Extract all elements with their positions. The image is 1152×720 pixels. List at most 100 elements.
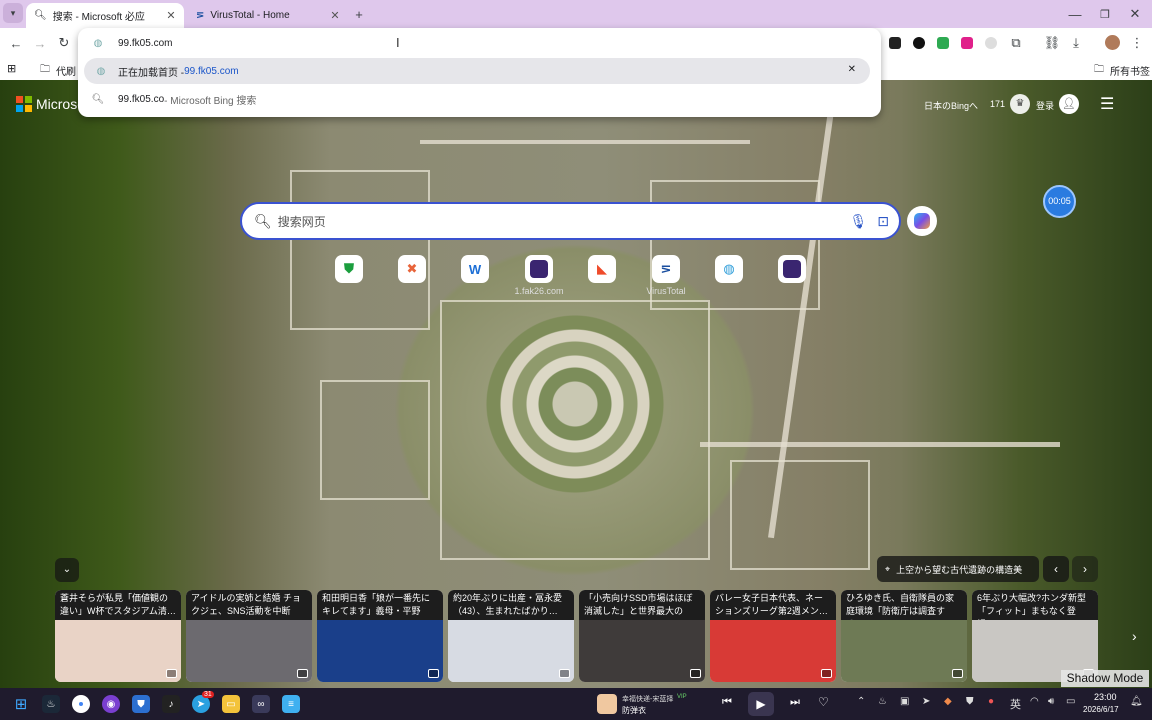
news-title: 約20年ぶりに出産・冨永愛（43）、生まれたばかり… xyxy=(448,590,574,620)
news-card[interactable]: バレー女子日本代表、ネーションズリーグ第2週メン… xyxy=(710,590,836,682)
minimize-button[interactable]: — xyxy=(1064,3,1086,25)
collapse-feed-button[interactable]: ⌄ xyxy=(55,558,79,582)
tray-app-icon[interactable]: ◆ xyxy=(944,696,952,707)
back-button[interactable]: ← xyxy=(5,32,27,54)
tray-app-icon[interactable]: ▣ xyxy=(900,696,909,707)
shield-app-icon[interactable]: ⛊ xyxy=(132,695,150,713)
visual-search-icon[interactable]: ⊡ xyxy=(877,213,889,230)
timer-badge[interactable]: 00:05 xyxy=(1043,185,1076,218)
tab-close-icon[interactable]: ✕ xyxy=(164,9,178,22)
tab-search-dropdown[interactable]: ▾ xyxy=(3,3,23,23)
news-card[interactable]: 「小売向けSSD市場はほぼ消滅した」と世界最大のSSD… xyxy=(579,590,705,682)
profile-switch-icon[interactable]: ⛓ xyxy=(1041,32,1063,54)
notification-bell-icon[interactable]: 🔔︎ xyxy=(1130,696,1143,707)
shield-extension-icon[interactable] xyxy=(937,37,949,49)
address-input[interactable]: 99.fk05.com xyxy=(118,38,172,49)
forward-button[interactable]: → xyxy=(29,32,51,54)
quick-link-tile[interactable] xyxy=(778,255,806,283)
rewards-points[interactable]: 171 xyxy=(990,99,1005,109)
news-title: アイドルの実姉と結婚 チョクジェ、SNS活動を中断へ… xyxy=(186,590,312,620)
scroll-right-arrow-icon[interactable]: › xyxy=(1132,628,1137,644)
bookmark-folder-left[interactable]: 代刷 xyxy=(56,63,76,78)
clock-date[interactable]: 2026/6/17 xyxy=(1083,705,1119,714)
image-location-caption[interactable]: ⌖ 上空から望む古代遺跡の構造美 xyxy=(877,556,1039,582)
music-icon[interactable]: ♪ xyxy=(162,695,180,713)
app-icon[interactable]: ◉ xyxy=(102,695,120,713)
news-card[interactable]: アイドルの実姉と結婚 チョクジェ、SNS活動を中断へ… xyxy=(186,590,312,682)
start-icon[interactable]: ⊞ xyxy=(12,695,30,713)
search-box[interactable]: 🔍︎ 搜索网页 🎙︎ ⊡ xyxy=(240,202,901,240)
wifi-icon[interactable]: ◠ xyxy=(1030,696,1039,707)
extension-icon[interactable] xyxy=(913,37,925,49)
volume-icon[interactable]: 🔊︎ xyxy=(1048,696,1054,707)
quick-link-tile[interactable]: ◍ xyxy=(715,255,743,283)
battery-icon[interactable]: ▭ xyxy=(1066,696,1075,707)
apps-grid-icon[interactable]: ⊞ xyxy=(7,62,16,75)
news-title: 6年ぶり大幅改?ホンダ新型「フィット」まもなく登場… xyxy=(972,590,1098,620)
suggestion-row[interactable]: 🔍︎ 99.fk05.co - Microsoft Bing 搜索 xyxy=(78,86,881,112)
login-link[interactable]: 登录 xyxy=(1036,99,1054,112)
close-window-button[interactable]: ✕ xyxy=(1124,3,1146,25)
hamburger-menu-icon[interactable]: ☰ xyxy=(1100,94,1114,114)
chrome-icon[interactable] xyxy=(72,695,90,713)
voice-search-icon[interactable]: 🎙︎ xyxy=(849,213,867,230)
copilot-icon[interactable] xyxy=(907,206,937,236)
play-icon[interactable]: ▶ xyxy=(748,692,774,716)
quick-link-tile[interactable] xyxy=(525,255,553,283)
heart-icon[interactable]: ♡ xyxy=(818,695,829,709)
notepad-icon[interactable]: ≡ xyxy=(282,695,300,713)
quick-link-tile[interactable]: ⋝ xyxy=(652,255,680,283)
address-bar[interactable]: ◍ 99.fk05.com I xyxy=(78,30,881,56)
quick-link-tile[interactable]: ◣ xyxy=(588,255,616,283)
news-card[interactable]: 和田明日香「娘が一番先にキレてます」義母・平野レ… xyxy=(317,590,443,682)
extension-icon[interactable] xyxy=(961,37,973,49)
news-card[interactable]: ひろゆき氏、自衛隊員の家庭環境「防衛庁は調査する… xyxy=(841,590,967,682)
extensions-puzzle-icon[interactable]: ⧉ xyxy=(1005,32,1027,54)
quick-link-label: VirusTotal xyxy=(646,286,686,296)
all-bookmarks[interactable]: 所有书签 xyxy=(1110,63,1150,78)
avatar[interactable] xyxy=(1105,35,1120,50)
news-thumbnail xyxy=(317,620,443,682)
news-card[interactable]: 約20年ぶりに出産・冨永愛（43）、生まれたばかり… xyxy=(448,590,574,682)
steam-tray-icon[interactable]: ♨ xyxy=(878,696,887,707)
clock-time[interactable]: 23:00 xyxy=(1094,692,1117,702)
background-image xyxy=(440,300,710,560)
quick-link-tile[interactable]: ✖ xyxy=(398,255,426,283)
file-explorer-icon[interactable]: ▭ xyxy=(222,695,240,713)
previous-track-icon[interactable]: ⏮ xyxy=(722,696,732,709)
tab-close-icon[interactable]: ✕ xyxy=(328,9,342,22)
extension-icon[interactable] xyxy=(889,37,901,49)
news-card[interactable]: 6年ぶり大幅改?ホンダ新型「フィット」まもなく登場… xyxy=(972,590,1098,682)
news-card[interactable]: 蒼井そらが私見「価値観の違い」W杯でスタジアム清… xyxy=(55,590,181,682)
quick-link-tile[interactable]: ⛊ xyxy=(335,255,363,283)
steam-icon[interactable]: ♨ xyxy=(42,695,60,713)
globe-extension-icon[interactable] xyxy=(985,37,997,49)
download-icon[interactable]: ⤓ xyxy=(1065,32,1087,54)
previous-image-button[interactable]: ‹ xyxy=(1043,556,1069,582)
remove-suggestion-icon[interactable]: ✕ xyxy=(848,64,856,75)
suggestion-row[interactable]: ◍ 正在加载首页 - 99.fk05.com ✕ xyxy=(84,58,870,84)
tab-virustotal[interactable]: ⋝ VirusTotal - Home ✕ xyxy=(188,3,348,28)
user-icon[interactable]: 👤︎ xyxy=(1059,94,1079,114)
app-icon[interactable]: ∞ xyxy=(252,695,270,713)
tab-bing[interactable]: 🔍︎ 搜索 - Microsoft 必应 ✕ xyxy=(26,3,184,28)
tray-app-icon[interactable]: ● xyxy=(988,696,994,707)
quick-link-tile[interactable]: W xyxy=(461,255,489,283)
search-input[interactable]: 搜索网页 xyxy=(278,213,850,230)
ime-indicator[interactable]: 英 xyxy=(1010,696,1021,712)
next-track-icon[interactable]: ⏭ xyxy=(790,696,800,709)
new-tab-button[interactable]: + xyxy=(348,3,370,25)
shield-tray-icon[interactable]: ⛊ xyxy=(966,696,974,707)
telegram-tray-icon[interactable]: ➤ xyxy=(922,696,930,707)
restore-button[interactable]: ❐ xyxy=(1094,3,1116,25)
search-icon: 🔍︎ xyxy=(91,93,105,105)
chevron-up-icon[interactable]: ⌃ xyxy=(857,696,865,707)
shield-icon: ⛊ xyxy=(344,261,354,276)
region-link[interactable]: 日本のBingへ xyxy=(924,99,978,112)
next-image-button[interactable]: › xyxy=(1072,556,1098,582)
rewards-icon[interactable]: ♛ xyxy=(1010,94,1030,114)
location-text: 上空から望む古代遺跡の構造美 xyxy=(896,564,1023,575)
dark-app-icon xyxy=(530,260,548,278)
menu-kebab-icon[interactable]: ⋮ xyxy=(1126,32,1148,54)
reload-button[interactable]: ↻ xyxy=(53,32,75,54)
